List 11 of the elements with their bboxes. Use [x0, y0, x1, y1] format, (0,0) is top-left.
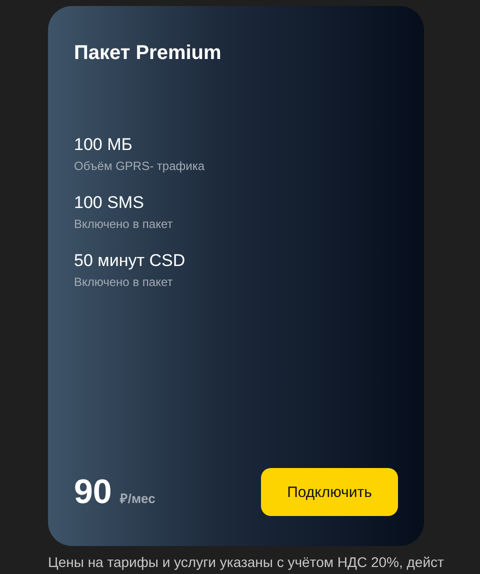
- price-unit: ₽/мес: [120, 490, 156, 506]
- feature-value: 100 МБ: [74, 135, 132, 155]
- feature-caption: Включено в пакет: [74, 275, 173, 289]
- card-title: Пакет Premium: [74, 42, 222, 65]
- feature-caption: Включено в пакет: [74, 217, 173, 231]
- feature-value: 50 минут CSD: [74, 251, 186, 271]
- feature-value: 100 SMS: [74, 193, 144, 213]
- price: 90: [74, 472, 112, 512]
- footnote-text: Цены на тарифы и услуги указаны с учётом НДС 20%, дейст: [48, 554, 444, 570]
- connect-button[interactable]: Подключить: [261, 468, 398, 516]
- feature-caption: Объём GPRS- трафика: [74, 159, 205, 173]
